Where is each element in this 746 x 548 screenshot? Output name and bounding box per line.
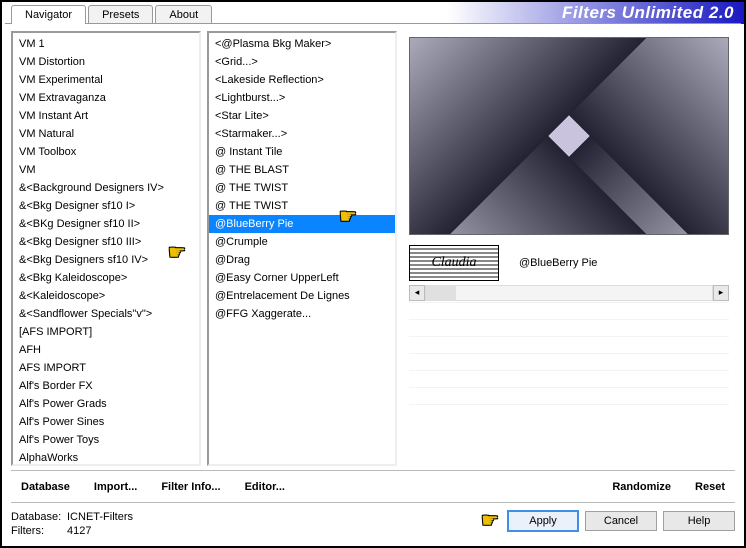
list-item[interactable]: <@Plasma Bkg Maker> — [209, 35, 395, 53]
list-item[interactable]: &<Kaleidoscope> — [13, 287, 199, 305]
list-item[interactable]: VM Instant Art — [13, 107, 199, 125]
slider-right-arrow[interactable]: ▸ — [713, 285, 729, 301]
tab-presets[interactable]: Presets — [88, 5, 153, 24]
list-item[interactable]: VM 1 — [13, 35, 199, 53]
filter-list[interactable]: <@Plasma Bkg Maker><Grid...><Lakeside Re… — [207, 31, 397, 466]
list-item[interactable]: Alf's Power Grads — [13, 395, 199, 413]
list-item[interactable]: @Easy Corner UpperLeft — [209, 269, 395, 287]
list-item[interactable]: VM Natural — [13, 125, 199, 143]
list-item[interactable]: VM Extravaganza — [13, 89, 199, 107]
param-slider[interactable]: ◂ ▸ — [409, 285, 729, 301]
list-item[interactable]: &<Bkg Designers sf10 IV> — [13, 251, 199, 269]
list-item[interactable]: &<BKg Designer sf10 II> — [13, 215, 199, 233]
list-item[interactable]: @ Instant Tile — [209, 143, 395, 161]
list-item[interactable]: AFS IMPORT — [13, 359, 199, 377]
slider-left-arrow[interactable]: ◂ — [409, 285, 425, 301]
list-item[interactable]: VM Experimental — [13, 71, 199, 89]
list-item[interactable]: <Star Lite> — [209, 107, 395, 125]
apply-button[interactable]: Apply — [507, 510, 579, 532]
randomize-button[interactable]: Randomize — [602, 477, 681, 497]
main-area: VM 1VM DistortionVM ExperimentalVM Extra… — [2, 25, 744, 466]
status-row: Database:ICNET-Filters Filters:4127 Appl… — [11, 502, 735, 546]
toolbar: Database Import... Filter Info... Editor… — [11, 470, 735, 502]
list-item[interactable]: @Entrelacement De Lignes — [209, 287, 395, 305]
status-filters-value: 4127 — [67, 525, 91, 537]
slider-thumb[interactable] — [426, 286, 456, 300]
database-button[interactable]: Database — [11, 477, 80, 497]
list-item[interactable]: @Drag — [209, 251, 395, 269]
list-item[interactable]: @BlueBerry Pie — [209, 215, 395, 233]
list-item[interactable]: &<Bkg Kaleidoscope> — [13, 269, 199, 287]
list-item[interactable]: AlphaWorks — [13, 449, 199, 466]
list-item[interactable]: &<Sandflower Specials"v"> — [13, 305, 199, 323]
import-button[interactable]: Import... — [84, 477, 147, 497]
list-item[interactable]: [AFS IMPORT] — [13, 323, 199, 341]
preview-image — [409, 37, 729, 235]
watermark: Claudia — [409, 245, 499, 281]
list-item[interactable]: @ THE TWIST — [209, 179, 395, 197]
list-item[interactable]: @ THE BLAST — [209, 161, 395, 179]
list-item[interactable]: VM Distortion — [13, 53, 199, 71]
list-item[interactable]: @ THE TWIST — [209, 197, 395, 215]
list-item[interactable]: Alf's Power Sines — [13, 413, 199, 431]
status-db-value: ICNET-Filters — [67, 511, 133, 523]
help-button[interactable]: Help — [663, 511, 735, 531]
list-item[interactable]: Alf's Border FX — [13, 377, 199, 395]
filterinfo-button[interactable]: Filter Info... — [151, 477, 230, 497]
list-item[interactable]: <Starmaker...> — [209, 125, 395, 143]
tab-navigator[interactable]: Navigator — [11, 5, 86, 24]
title-bar: NavigatorPresetsAbout Filters Unlimited … — [2, 2, 744, 24]
list-item[interactable]: &<Bkg Designer sf10 I> — [13, 197, 199, 215]
list-item[interactable]: VM — [13, 161, 199, 179]
param-label: @BlueBerry Pie — [507, 257, 729, 269]
list-item[interactable]: @Crumple — [209, 233, 395, 251]
status-filters-label: Filters: — [11, 524, 67, 538]
slider-track[interactable] — [425, 285, 713, 301]
editor-button[interactable]: Editor... — [235, 477, 295, 497]
tabs: NavigatorPresetsAbout — [11, 2, 214, 24]
status-db-label: Database: — [11, 510, 67, 524]
list-item[interactable]: VM Toolbox — [13, 143, 199, 161]
list-item[interactable]: AFH — [13, 341, 199, 359]
app-title: Filters Unlimited 2.0 — [562, 3, 734, 23]
list-item[interactable]: &<Background Designers IV> — [13, 179, 199, 197]
list-item[interactable]: <Lightburst...> — [209, 89, 395, 107]
cancel-button[interactable]: Cancel — [585, 511, 657, 531]
list-item[interactable]: @FFG Xaggerate... — [209, 305, 395, 323]
list-item[interactable]: <Lakeside Reflection> — [209, 71, 395, 89]
list-item[interactable]: Alf's Power Toys — [13, 431, 199, 449]
reset-button[interactable]: Reset — [685, 477, 735, 497]
tab-about[interactable]: About — [155, 5, 212, 24]
category-list[interactable]: VM 1VM DistortionVM ExperimentalVM Extra… — [11, 31, 201, 466]
list-item[interactable]: <Grid...> — [209, 53, 395, 71]
